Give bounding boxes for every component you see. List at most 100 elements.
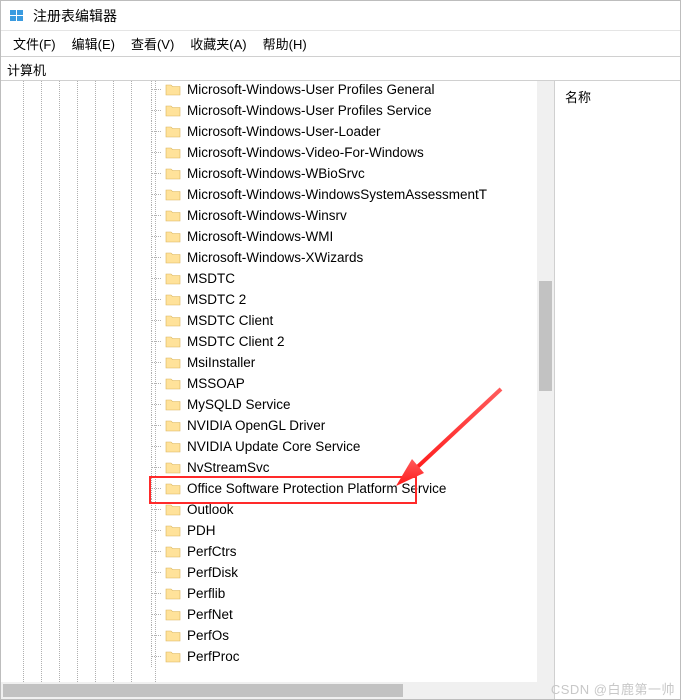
folder-icon — [165, 293, 181, 307]
folder-icon — [165, 272, 181, 286]
tree-item[interactable]: NVIDIA OpenGL Driver — [151, 415, 537, 436]
tree-item[interactable]: Microsoft-Windows-User Profiles General — [151, 81, 537, 100]
tree-item-label: Microsoft-Windows-XWizards — [185, 249, 365, 266]
tree-connector — [151, 268, 165, 289]
address-path: 计算机 — [7, 63, 46, 78]
tree-connector — [151, 583, 165, 604]
tree-connector — [151, 142, 165, 163]
tree-connector — [151, 163, 165, 184]
tree-item[interactable]: Perflib — [151, 583, 537, 604]
horizontal-scrollbar[interactable] — [1, 682, 554, 699]
list-panel: 名称 — [555, 81, 680, 699]
vertical-scrollbar[interactable] — [537, 81, 554, 682]
tree-connector — [151, 457, 165, 478]
folder-icon — [165, 356, 181, 370]
folder-icon — [165, 419, 181, 433]
tree-item-label: Microsoft-Windows-User-Loader — [185, 123, 383, 140]
tree-item[interactable]: Office Software Protection Platform Serv… — [151, 478, 537, 499]
folder-icon — [165, 314, 181, 328]
tree-item-label: NVIDIA Update Core Service — [185, 438, 362, 455]
tree-connector — [151, 373, 165, 394]
menu-view[interactable]: 查看(V) — [123, 30, 182, 57]
menu-help[interactable]: 帮助(H) — [255, 30, 315, 57]
tree-item-label: MySQLD Service — [185, 396, 293, 413]
tree-item[interactable]: MSDTC — [151, 268, 537, 289]
address-bar[interactable]: 计算机 — [1, 57, 680, 81]
scrollbar-thumb[interactable] — [539, 281, 552, 391]
tree-item[interactable]: Microsoft-Windows-Winsrv — [151, 205, 537, 226]
tree-connector — [151, 604, 165, 625]
folder-icon — [165, 188, 181, 202]
menu-favorites[interactable]: 收藏夹(A) — [182, 30, 254, 57]
folder-icon — [165, 167, 181, 181]
tree-item[interactable]: PerfCtrs — [151, 541, 537, 562]
folder-icon — [165, 209, 181, 223]
folder-icon — [165, 545, 181, 559]
tree-item-label: Microsoft-Windows-Winsrv — [185, 207, 349, 224]
tree-item[interactable]: PDH — [151, 520, 537, 541]
tree-indent-guides — [1, 81, 173, 682]
tree-item[interactable]: MSDTC Client — [151, 310, 537, 331]
tree-item-label: Outlook — [185, 501, 236, 518]
tree-item[interactable]: NVIDIA Update Core Service — [151, 436, 537, 457]
folder-icon — [165, 566, 181, 580]
tree-item[interactable]: PerfDisk — [151, 562, 537, 583]
menubar: 文件(F) 编辑(E) 查看(V) 收藏夹(A) 帮助(H) — [1, 31, 680, 57]
folder-icon — [165, 524, 181, 538]
tree-connector — [151, 81, 165, 100]
tree-connector — [151, 541, 165, 562]
tree-connector — [151, 289, 165, 310]
tree-connector — [151, 226, 165, 247]
column-header-name[interactable]: 名称 — [565, 87, 670, 106]
tree-item[interactable]: MSSOAP — [151, 373, 537, 394]
tree-connector — [151, 562, 165, 583]
tree-view[interactable]: Microsoft-Windows-User Profiles GeneralM… — [1, 81, 537, 682]
menu-edit[interactable]: 编辑(E) — [64, 30, 123, 57]
folder-icon — [165, 482, 181, 496]
tree-item[interactable]: MSDTC 2 — [151, 289, 537, 310]
tree-item[interactable]: Microsoft-Windows-Video-For-Windows — [151, 142, 537, 163]
tree-item-label: MSDTC Client — [185, 312, 275, 329]
tree-item[interactable]: Microsoft-Windows-User Profiles Service — [151, 100, 537, 121]
folder-icon — [165, 146, 181, 160]
tree-connector — [151, 415, 165, 436]
app-icon — [9, 8, 25, 24]
folder-icon — [165, 377, 181, 391]
titlebar: 注册表编辑器 — [1, 1, 680, 31]
folder-icon — [165, 650, 181, 664]
tree-connector — [151, 247, 165, 268]
tree-connector — [151, 205, 165, 226]
tree-item-label: MSDTC — [185, 270, 237, 287]
tree-item-label: MsiInstaller — [185, 354, 257, 371]
tree-item[interactable]: PerfProc — [151, 646, 537, 667]
tree-connector — [151, 478, 165, 499]
tree-item-label: PerfProc — [185, 648, 242, 665]
tree-item[interactable]: Microsoft-Windows-WMI — [151, 226, 537, 247]
tree-item[interactable]: Microsoft-Windows-User-Loader — [151, 121, 537, 142]
menu-file[interactable]: 文件(F) — [5, 30, 64, 57]
tree-item[interactable]: MySQLD Service — [151, 394, 537, 415]
folder-icon — [165, 335, 181, 349]
tree-connector — [151, 352, 165, 373]
folder-icon — [165, 461, 181, 475]
tree-item[interactable]: NvStreamSvc — [151, 457, 537, 478]
tree-item[interactable]: MsiInstaller — [151, 352, 537, 373]
tree-item-label: Office Software Protection Platform Serv… — [185, 480, 448, 497]
tree-item[interactable]: Microsoft-Windows-WBioSrvc — [151, 163, 537, 184]
tree-connector — [151, 100, 165, 121]
folder-icon — [165, 629, 181, 643]
tree-item-label: PerfCtrs — [185, 543, 239, 560]
tree-item-label: MSDTC 2 — [185, 291, 248, 308]
tree-item[interactable]: Outlook — [151, 499, 537, 520]
scrollbar-thumb[interactable] — [3, 684, 403, 697]
tree-item[interactable]: Microsoft-Windows-WindowsSystemAssessmen… — [151, 184, 537, 205]
tree-item[interactable]: PerfNet — [151, 604, 537, 625]
folder-icon — [165, 440, 181, 454]
tree-item-label: NvStreamSvc — [185, 459, 272, 476]
tree-item-label: Microsoft-Windows-WMI — [185, 228, 335, 245]
tree-item-label: PerfOs — [185, 627, 231, 644]
tree-item[interactable]: MSDTC Client 2 — [151, 331, 537, 352]
tree-item[interactable]: Microsoft-Windows-XWizards — [151, 247, 537, 268]
tree-item[interactable]: PerfOs — [151, 625, 537, 646]
content-area: Microsoft-Windows-User Profiles GeneralM… — [1, 81, 680, 699]
